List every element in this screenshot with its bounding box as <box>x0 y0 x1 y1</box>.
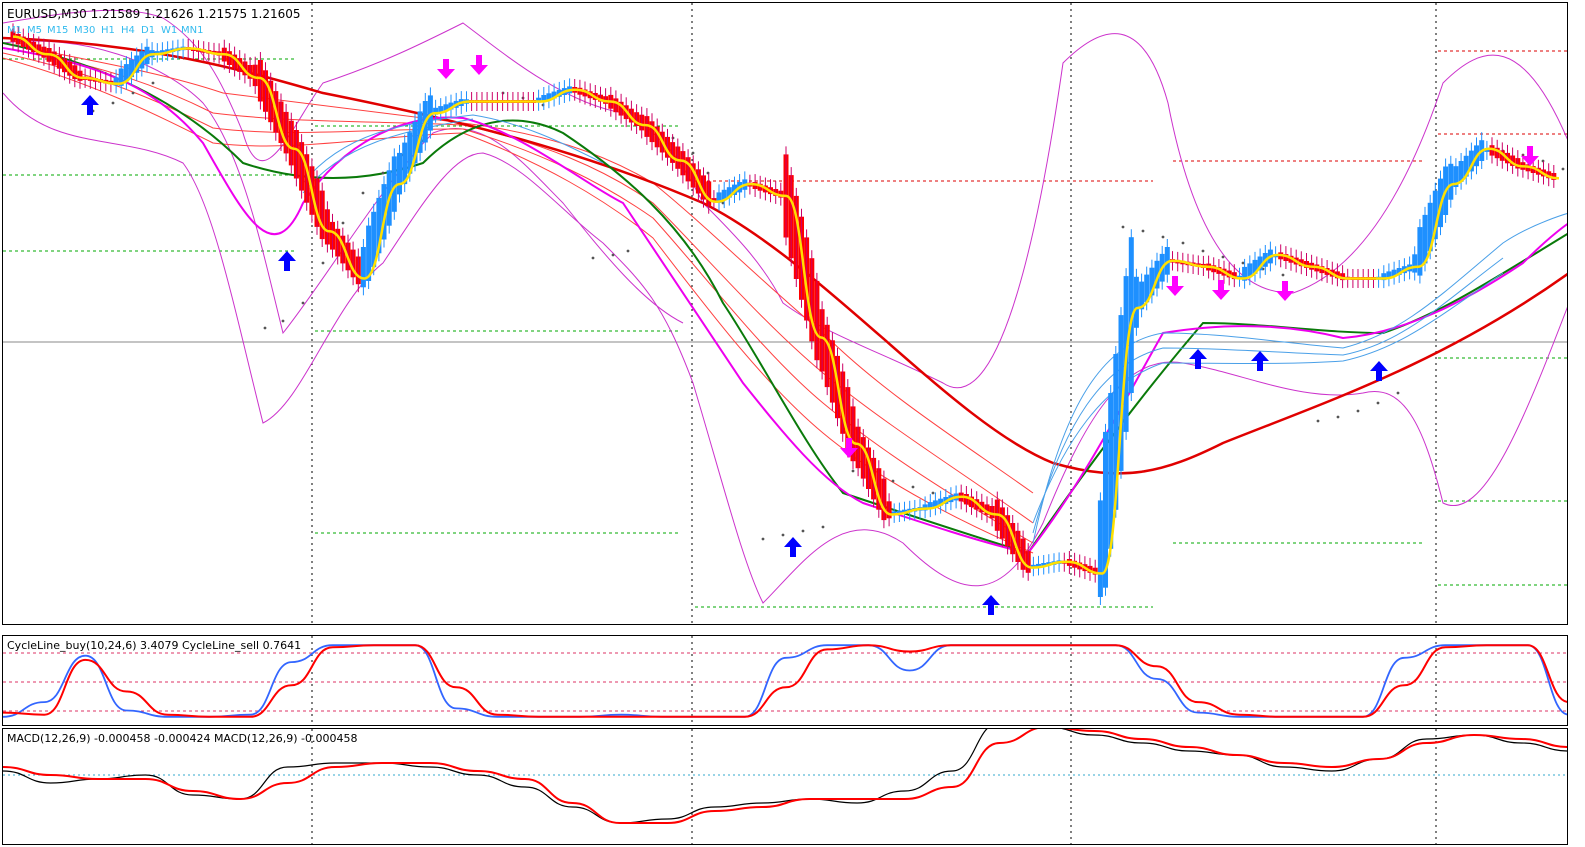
timeframe-label: M15 <box>47 25 69 36</box>
macd-label: MACD(12,26,9) -0.000458 -0.000424 MACD(1… <box>7 732 358 745</box>
price-chart <box>3 3 1567 624</box>
timeframe-label: M30 <box>74 25 96 36</box>
macd-chart <box>3 729 1567 844</box>
period-separators <box>311 729 1437 844</box>
slow-red-ma <box>3 36 1567 475</box>
cycleline-sell-line <box>3 644 1567 718</box>
ema-fan-blue <box>302 114 1567 544</box>
buy-arrow-icon <box>1189 349 1207 369</box>
timeframe-label: M1 <box>7 25 22 36</box>
sell-arrow-icon <box>437 59 455 79</box>
buy-arrow-icon <box>1251 351 1269 371</box>
timeframe-label: W1 <box>161 25 178 36</box>
price-panel[interactable]: EURUSD,M30 1.21589 1.21626 1.21575 1.216… <box>2 2 1568 625</box>
timeframe-label: H1 <box>101 25 115 36</box>
cycleline-label: CycleLine_buy(10,24,6) 3.4079 CycleLine_… <box>7 639 302 652</box>
buy-arrow-icon <box>278 251 296 271</box>
sell-arrow-icon <box>1276 281 1294 301</box>
period-separators <box>311 636 1437 725</box>
symbol-quote-label: EURUSD,M30 1.21589 1.21626 1.21575 1.216… <box>7 7 301 21</box>
cycleline-buy-line <box>3 644 1567 718</box>
sell-arrow-icon <box>1212 280 1230 300</box>
timeframe-label: M5 <box>27 25 42 36</box>
timeframe-label: D1 <box>141 25 156 36</box>
buy-arrow-icon <box>982 595 1000 615</box>
buy-arrow-icon <box>784 537 802 557</box>
reference-levels <box>3 50 1567 608</box>
bollinger-bands <box>3 9 1567 604</box>
timeframe-label: H4 <box>121 25 135 36</box>
cycleline-panel[interactable]: CycleLine_buy(10,24,6) 3.4079 CycleLine_… <box>2 635 1568 726</box>
cycle-levels <box>3 652 1567 712</box>
candlestick-series <box>10 23 1557 605</box>
sell-arrow-icon <box>1166 276 1184 296</box>
macd-panel[interactable]: MACD(12,26,9) -0.000458 -0.000424 MACD(1… <box>2 728 1568 845</box>
timeframe-label: MN1 <box>181 25 204 36</box>
sell-arrow-icon <box>470 55 488 75</box>
buy-arrow-icon <box>81 95 99 115</box>
